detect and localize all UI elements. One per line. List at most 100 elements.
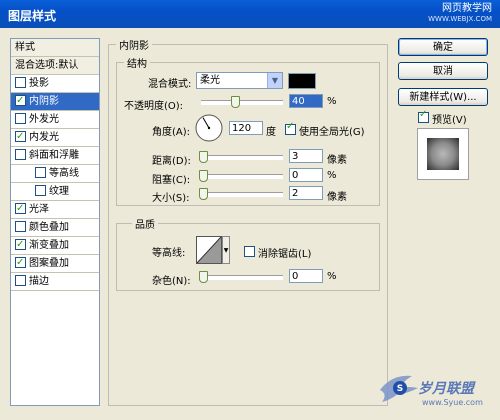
preview-label[interactable]: 预览(V): [432, 111, 467, 126]
sidebar-item[interactable]: 描边: [11, 273, 99, 291]
choke-slider-thumb[interactable]: [199, 170, 208, 182]
sidebar-item[interactable]: 颜色叠加: [11, 219, 99, 237]
distance-slider[interactable]: [201, 155, 283, 160]
choke-unit: %: [327, 170, 337, 181]
opacity-slider-thumb[interactable]: [230, 96, 240, 108]
sidebar-item-label: 外发光: [29, 114, 59, 125]
style-list: 样式混合选项:默认投影内阴影外发光内发光斜面和浮雕等高线纹理光泽颜色叠加渐变叠加…: [10, 38, 100, 406]
choke-label: 阻塞(C):: [152, 175, 191, 186]
distance-slider-thumb[interactable]: [199, 151, 208, 163]
blend-color-swatch[interactable]: [288, 73, 316, 89]
contour-picker[interactable]: ▼: [196, 236, 230, 264]
wing-logo-icon: S: [380, 375, 418, 402]
choke-input[interactable]: 0: [289, 168, 323, 182]
preview-checkbox[interactable]: [418, 109, 429, 123]
sidebar-item-label: 投影: [29, 78, 49, 89]
sidebar-item-label: 颜色叠加: [29, 222, 69, 233]
cancel-button[interactable]: 取消: [398, 62, 488, 80]
distance-input[interactable]: 3: [289, 149, 323, 163]
size-unit: 像素: [327, 192, 347, 203]
watermark-bottom-text: 岁月联盟: [418, 381, 474, 397]
blend-mode-value: 柔光: [200, 75, 220, 86]
sidebar-item-checkbox[interactable]: [15, 128, 26, 146]
sidebar-item-label: 内发光: [29, 132, 59, 143]
sidebar-item-label: 渐变叠加: [29, 240, 69, 251]
sidebar-item-checkbox[interactable]: [35, 166, 46, 178]
window-title: 图层样式: [8, 9, 57, 23]
sidebar-item[interactable]: 斜面和浮雕: [11, 147, 99, 165]
antialias-label[interactable]: 消除锯齿(L): [258, 245, 311, 260]
sidebar-item-label: 样式: [15, 42, 35, 53]
new-style-button[interactable]: 新建样式(W)...: [398, 88, 488, 106]
sidebar-item[interactable]: 内阴影: [11, 92, 99, 111]
contour-curve-icon: [196, 236, 222, 264]
size-slider[interactable]: [201, 192, 283, 197]
sidebar-item[interactable]: 外发光: [11, 111, 99, 129]
sidebar-item-checkbox[interactable]: [35, 184, 46, 196]
sidebar-item-checkbox[interactable]: [15, 76, 26, 88]
svg-text:S: S: [397, 384, 403, 394]
sidebar-item[interactable]: 混合选项:默认: [11, 57, 99, 75]
sidebar-item-label: 纹理: [49, 186, 69, 197]
sidebar-item[interactable]: 等高线: [11, 165, 99, 183]
opacity-slider[interactable]: [201, 100, 283, 105]
angle-input[interactable]: 120: [229, 121, 263, 135]
noise-slider-thumb[interactable]: [199, 271, 208, 283]
watermark-top-line2: WWW.WEBJX.COM: [428, 15, 492, 23]
style-preview: [417, 128, 469, 180]
blend-mode-select[interactable]: 柔光 ▼: [196, 72, 283, 89]
sidebar-item-checkbox[interactable]: [15, 254, 26, 272]
opacity-label: 不透明度(O):: [124, 101, 184, 112]
preview-swatch: [427, 138, 459, 170]
antialias-checkbox[interactable]: [244, 246, 255, 257]
sidebar-item-label: 内阴影: [29, 96, 59, 107]
watermark-bottom-url: www.Syue.com: [422, 398, 483, 407]
angle-label: 角度(A):: [152, 127, 191, 138]
title-bar[interactable]: 图层样式: [0, 0, 500, 28]
size-slider-thumb[interactable]: [199, 188, 208, 200]
contour-dropdown-button[interactable]: ▼: [222, 236, 230, 264]
structure-title: 结构: [124, 55, 150, 70]
sidebar-item[interactable]: 样式: [11, 39, 99, 57]
distance-unit: 像素: [327, 155, 347, 166]
sidebar-item[interactable]: 渐变叠加: [11, 236, 99, 255]
sidebar-item[interactable]: 投影: [11, 75, 99, 93]
inner-shadow-title: 内阴影: [116, 37, 152, 52]
sidebar-item-checkbox[interactable]: [15, 274, 26, 286]
watermark-bottom: S 岁月联盟 www.Syue.com: [378, 372, 498, 418]
contour-label: 等高线:: [152, 248, 186, 259]
global-light-checkbox[interactable]: [285, 121, 296, 135]
watermark-top-line1: 网页教学网: [442, 3, 492, 14]
sidebar-item[interactable]: 图案叠加: [11, 254, 99, 273]
choke-slider[interactable]: [201, 174, 283, 179]
blend-mode-label: 混合模式:: [148, 79, 192, 90]
sidebar-item-label: 光泽: [29, 204, 49, 215]
size-input[interactable]: 2: [289, 186, 323, 200]
sidebar-item-label: 混合选项:默认: [15, 60, 79, 71]
sidebar-item-label: 图案叠加: [29, 258, 69, 269]
chevron-down-icon: ▼: [223, 247, 229, 254]
size-label: 大小(S):: [152, 193, 190, 204]
sidebar-item[interactable]: 内发光: [11, 128, 99, 147]
noise-unit: %: [327, 271, 337, 282]
sidebar-item-checkbox[interactable]: [15, 236, 26, 254]
opacity-unit: %: [327, 96, 337, 107]
noise-slider[interactable]: [201, 275, 283, 280]
sidebar-item-checkbox[interactable]: [15, 112, 26, 124]
angle-unit: 度: [266, 127, 276, 138]
ok-button[interactable]: 确定: [398, 38, 488, 56]
sidebar-item-checkbox[interactable]: [15, 92, 26, 110]
noise-input[interactable]: 0: [289, 269, 323, 283]
global-light-label[interactable]: 使用全局光(G): [299, 123, 365, 138]
opacity-input[interactable]: 40: [289, 94, 323, 108]
sidebar-item-checkbox[interactable]: [15, 200, 26, 218]
noise-label: 杂色(N):: [152, 276, 191, 287]
angle-dial[interactable]: [194, 113, 224, 143]
sidebar-item-checkbox[interactable]: [15, 220, 26, 232]
sidebar-item[interactable]: 纹理: [11, 183, 99, 201]
sidebar-item-label: 等高线: [49, 168, 79, 179]
sidebar-item-label: 斜面和浮雕: [29, 150, 79, 161]
quality-title: 品质: [132, 216, 158, 231]
sidebar-item-checkbox[interactable]: [15, 148, 26, 160]
sidebar-item[interactable]: 光泽: [11, 200, 99, 219]
